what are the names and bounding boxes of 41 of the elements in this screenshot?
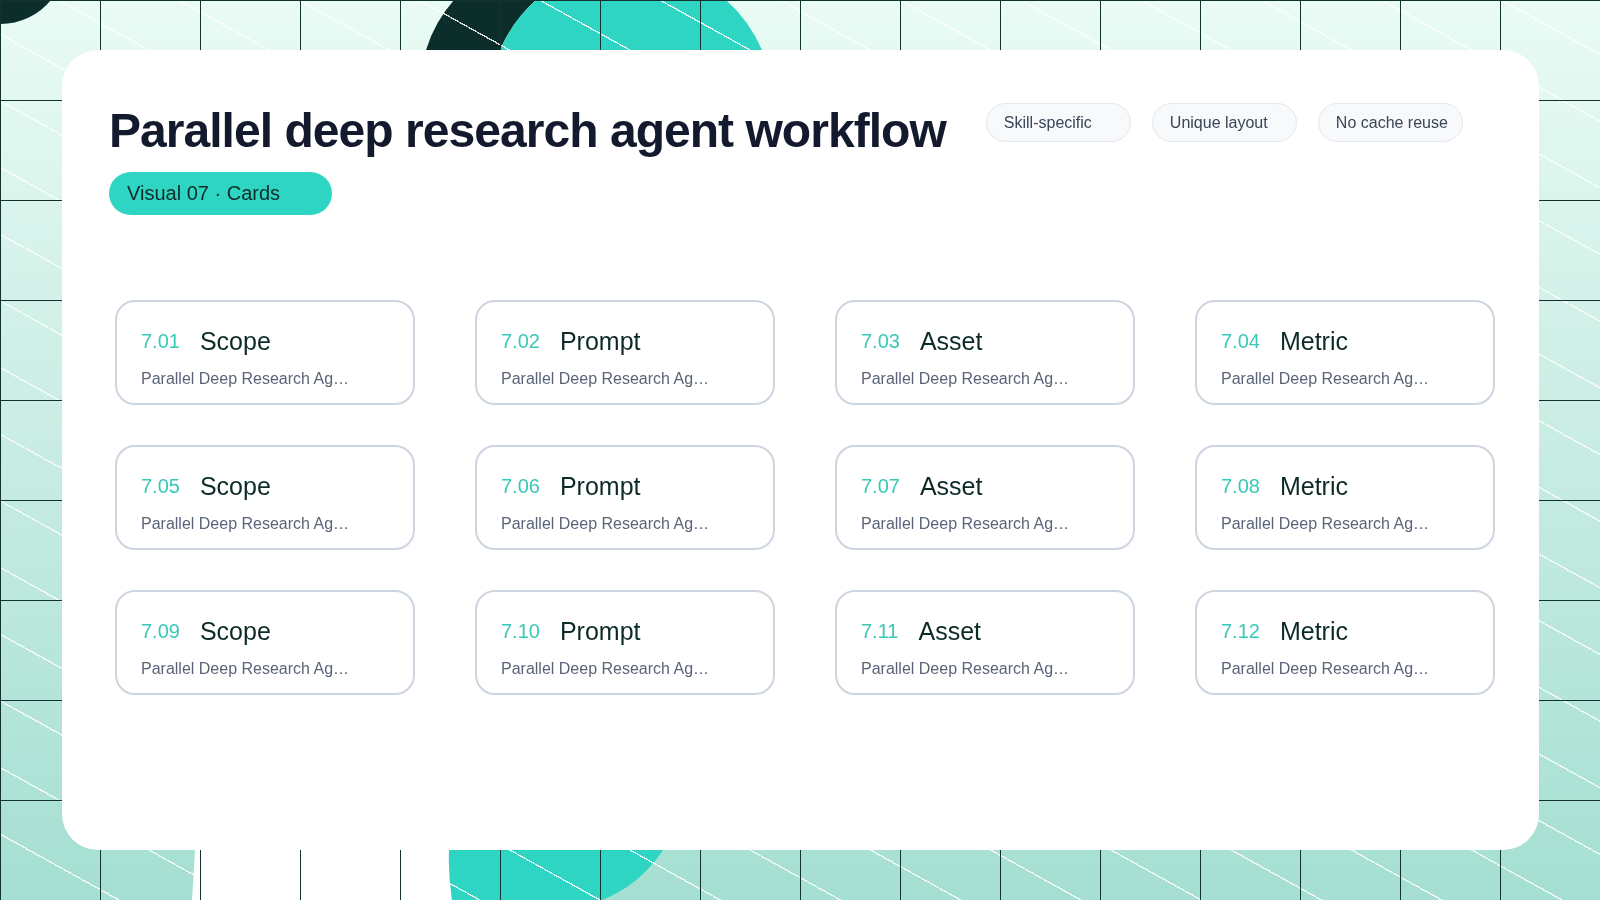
card-description: Parallel Deep Research Ag… [861,369,1071,389]
card-description: Parallel Deep Research Ag… [141,659,351,679]
card-title: Asset [919,471,983,502]
tag-chip: Unique layout [1151,103,1297,142]
card-title: Asset [919,326,983,357]
card-title: Metric [1279,326,1348,357]
card-number: 7.06 [501,474,540,499]
card-title: Metric [1279,616,1348,647]
section-badge: Visual 07 · Cards [109,172,333,215]
card-description: Parallel Deep Research Ag… [861,659,1071,679]
card-description: Parallel Deep Research Ag… [141,514,351,534]
card-description: Parallel Deep Research Ag… [1221,369,1431,389]
card-number: 7.12 [1221,619,1260,644]
card-number: 7.03 [861,329,900,354]
card-description: Parallel Deep Research Ag… [501,514,711,534]
card-description: Parallel Deep Research Ag… [141,369,351,389]
card-description: Parallel Deep Research Ag… [501,369,711,389]
card-number: 7.01 [141,329,180,354]
card-number: 7.11 [861,619,899,644]
card-title: Prompt [559,616,641,647]
card-title: Scope [199,616,271,647]
card-description: Parallel Deep Research Ag… [1221,514,1431,534]
card-description: Parallel Deep Research Ag… [501,659,711,679]
card-description: Parallel Deep Research Ag… [1221,659,1431,679]
card-number: 7.09 [141,619,180,644]
card-number: 7.04 [1221,329,1260,354]
card-number: 7.10 [501,619,540,644]
card-title: Scope [199,326,271,357]
page-title: Parallel deep research agent workflow [109,103,946,159]
tag-chip: Skill-specific [985,103,1131,142]
card-number: 7.08 [1221,474,1260,499]
tag-chip: No cache reuse [1317,103,1463,142]
card-title: Scope [199,471,271,502]
card-number: 7.05 [141,474,180,499]
card-title: Prompt [559,471,641,502]
card-number: 7.02 [501,329,540,354]
card-title: Asset [918,616,981,647]
card-title: Prompt [559,326,641,357]
card-number: 7.07 [861,474,900,499]
card-title: Metric [1279,471,1348,502]
card-description: Parallel Deep Research Ag… [861,514,1071,534]
